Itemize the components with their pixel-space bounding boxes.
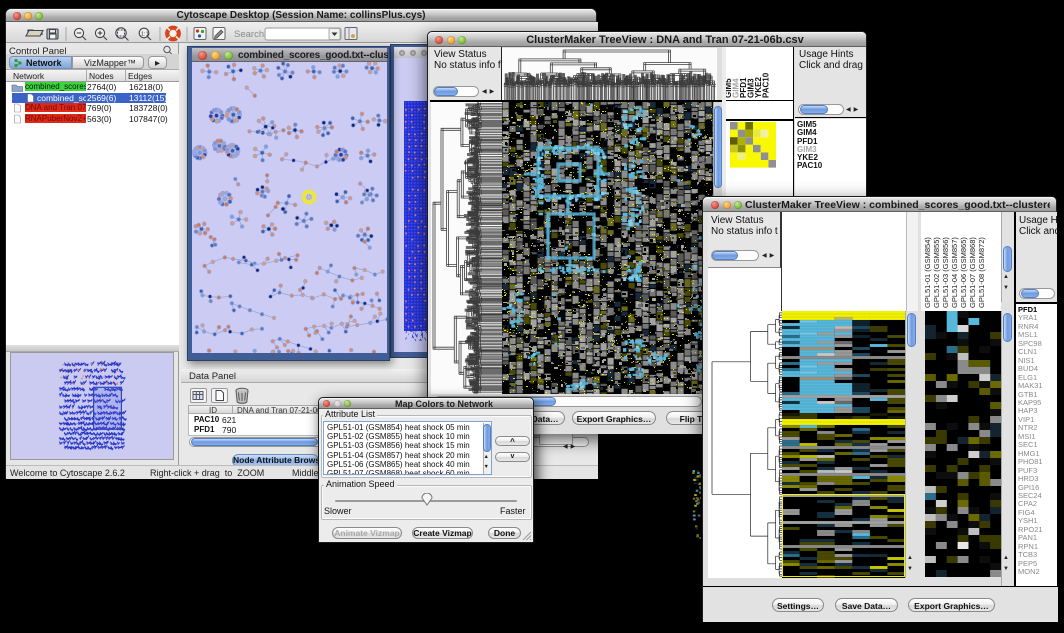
svg-text:GPL51-07 (GSM868): GPL51-07 (GSM868) (968, 237, 977, 308)
svg-text:Search:: Search: (234, 29, 267, 40)
svg-text:GPL51-02 (GSM855): GPL51-02 (GSM855) (932, 237, 941, 308)
svg-text:GPL51-06 (GSM865): GPL51-06 (GSM865) (959, 237, 968, 308)
svg-text:1:1: 1:1 (141, 32, 149, 38)
svg-text:PAC10: PAC10 (762, 72, 771, 98)
svg-text:GPL51-08 (GSM872): GPL51-08 (GSM872) (977, 237, 986, 308)
svg-text:GPL51-03 (GSM856): GPL51-03 (GSM856) (941, 237, 950, 308)
svg-text:GPL51-01 (GSM854): GPL51-01 (GSM854) (923, 237, 932, 308)
svg-text:GPL51-04 (GSM857): GPL51-04 (GSM857) (950, 237, 959, 308)
